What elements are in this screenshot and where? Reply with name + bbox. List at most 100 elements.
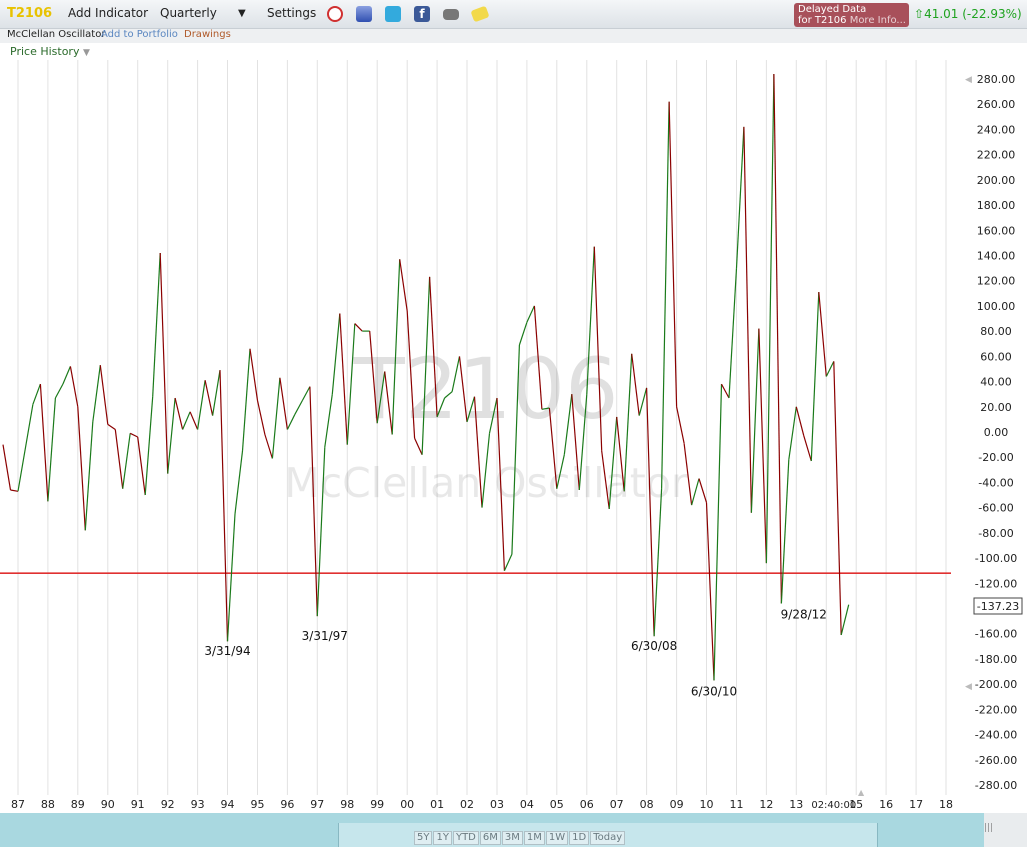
drawings-link[interactable]: Drawings xyxy=(184,29,231,40)
line-segment xyxy=(803,435,812,462)
y-tick-label: 40.00 xyxy=(980,376,1012,389)
range-buttons: 5Y 1Y YTD 6M 3M 1M 1W 1D Today xyxy=(414,831,626,845)
line-segment xyxy=(152,252,161,397)
x-tick-label: 12 xyxy=(759,798,773,811)
line-segment xyxy=(114,429,124,489)
symbol-label[interactable]: T2106 xyxy=(7,6,52,21)
range-button[interactable]: 1Y xyxy=(433,831,452,845)
delayed-data-badge[interactable]: Delayed Data for T2106 More Info... xyxy=(794,3,909,27)
x-tick-label: 17 xyxy=(909,798,923,811)
chevron-down-icon: ▼ xyxy=(82,48,90,58)
line-segment xyxy=(286,414,296,430)
range-button[interactable]: 1W xyxy=(545,831,569,845)
x-tick-label: 92 xyxy=(161,798,175,811)
line-segment xyxy=(107,423,116,430)
camera-icon[interactable] xyxy=(443,9,459,20)
navigator-handle[interactable]: ||| xyxy=(984,813,1027,847)
range-button[interactable]: 3M xyxy=(501,831,523,845)
facebook-icon[interactable]: f xyxy=(414,6,430,22)
line-segment xyxy=(526,305,535,323)
x-tick-label: 06 xyxy=(580,798,594,811)
y-axis: 280.00 260.00 240.00 220.00 200.00 180.00 160.… xyxy=(975,73,1017,792)
x-tick-label: 01 xyxy=(430,798,444,811)
x-tick-label: 07 xyxy=(610,798,624,811)
line-segment xyxy=(279,377,288,430)
line-segment xyxy=(204,380,214,416)
x-tick-label: 98 xyxy=(340,798,354,811)
add-indicator-button[interactable]: Add Indicator xyxy=(68,6,148,20)
line-segment xyxy=(99,365,109,425)
line-segment xyxy=(743,126,752,513)
chevron-down-icon[interactable]: ▼ xyxy=(238,8,246,19)
line-segment xyxy=(503,554,513,571)
y-tick-label: 20.00 xyxy=(980,401,1012,414)
y-tick-label: 220.00 xyxy=(977,149,1016,162)
book-icon[interactable] xyxy=(356,6,372,22)
line-segment xyxy=(219,370,229,642)
line-segment xyxy=(10,489,19,492)
x-tick-label: 16 xyxy=(879,798,893,811)
price-chart[interactable]: T2106 McClellan Oscillator 280.00260.002… xyxy=(0,0,1027,847)
line-segment xyxy=(167,397,176,474)
line-segment xyxy=(54,383,64,399)
x-tick-label: 11 xyxy=(730,798,744,811)
y-tick-label: -120.00 xyxy=(975,577,1017,590)
x-tick-label: 02 xyxy=(460,798,474,811)
range-button[interactable]: 5Y xyxy=(414,831,433,845)
scroll-up-arrow-icon[interactable]: ◀ xyxy=(965,75,972,85)
line-segment xyxy=(197,380,206,430)
x-tick-label: 88 xyxy=(41,798,55,811)
alarm-clock-icon[interactable] xyxy=(327,6,343,22)
line-segment xyxy=(705,502,715,681)
more-info-link[interactable]: More Info... xyxy=(850,15,906,26)
y-tick-label: 160.00 xyxy=(977,224,1016,237)
x-scroll-arrow-icon[interactable]: ▲ xyxy=(858,788,865,797)
line-segment xyxy=(62,366,71,385)
line-segment xyxy=(661,101,670,489)
line-segment xyxy=(773,73,782,604)
range-button[interactable]: 6M xyxy=(479,831,501,845)
line-segment xyxy=(234,450,244,514)
range-button[interactable]: Today xyxy=(590,831,626,845)
settings-button[interactable]: Settings xyxy=(267,6,316,20)
line-segment xyxy=(638,387,648,416)
x-tick-label: 00 xyxy=(400,798,414,811)
add-to-portfolio-link[interactable]: Add to Portfolio xyxy=(101,29,178,40)
x-tick-label: 18 xyxy=(939,798,953,811)
twitter-icon[interactable] xyxy=(385,6,401,22)
period-select[interactable]: Quarterly xyxy=(160,6,217,20)
line-segment xyxy=(795,406,805,436)
line-segment xyxy=(264,434,273,459)
delayed-line2: for T2106 xyxy=(798,15,847,26)
y-tick-label: 0.00 xyxy=(984,426,1009,439)
y-tick-label: -80.00 xyxy=(978,527,1013,540)
line-segment xyxy=(758,328,767,564)
date-annotation: 9/28/12 xyxy=(781,608,827,622)
line-segment xyxy=(137,436,146,496)
x-tick-label: 93 xyxy=(191,798,205,811)
note-icon[interactable] xyxy=(470,5,490,23)
x-tick-label: 05 xyxy=(550,798,564,811)
scroll-down-arrow-icon[interactable]: ◀ xyxy=(965,682,972,692)
range-button[interactable]: 1D xyxy=(569,831,590,845)
y-tick-label: -200.00 xyxy=(975,678,1017,691)
line-segment xyxy=(833,361,842,636)
y-tick-label: -40.00 xyxy=(978,476,1013,489)
line-segment xyxy=(144,396,154,496)
line-segment xyxy=(2,444,12,491)
grip-icon[interactable]: ||| xyxy=(984,823,993,833)
line-segment xyxy=(788,406,797,460)
line-segment xyxy=(646,387,655,637)
sub-toolbar: McClellan Oscillator Add to Portfolio Dr… xyxy=(0,29,1027,43)
line-segment xyxy=(676,406,685,444)
price-history-dropdown[interactable]: Price History ▼ xyxy=(10,45,90,58)
y-tick-label: -180.00 xyxy=(975,653,1017,666)
range-button[interactable]: 1M xyxy=(523,831,545,845)
line-segment xyxy=(226,513,236,642)
range-button[interactable]: YTD xyxy=(452,831,479,845)
x-tick-label: 13 xyxy=(789,798,803,811)
y-tick-label: -260.00 xyxy=(975,754,1017,767)
line-segment xyxy=(818,292,827,377)
x-tick-label: 03 xyxy=(490,798,504,811)
indicator-label[interactable]: McClellan Oscillator xyxy=(7,29,105,40)
